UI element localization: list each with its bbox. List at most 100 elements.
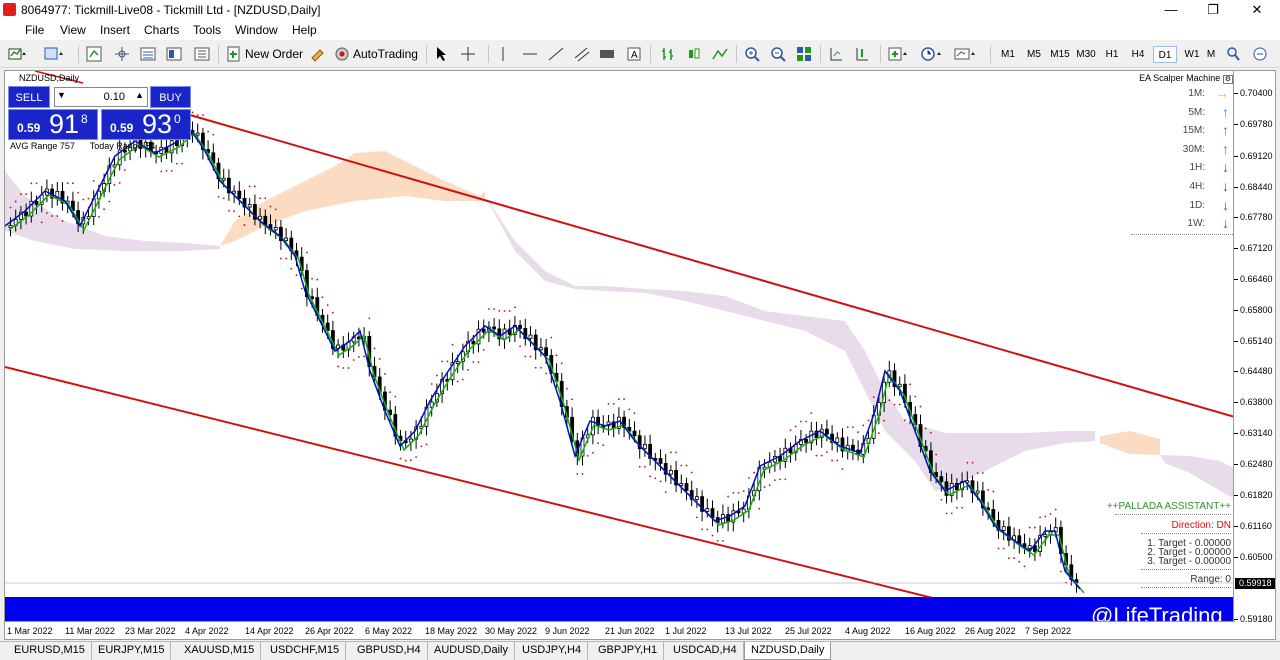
timeframe-m5[interactable]: M5 — [1022, 46, 1046, 63]
price-label: 0.65800 — [1234, 305, 1273, 315]
sar-dot — [1018, 560, 1021, 563]
sar-dot — [524, 355, 527, 358]
timeframe-mn[interactable]: M — [1202, 46, 1220, 63]
menu-file[interactable]: File — [25, 23, 44, 37]
text-icon[interactable]: A — [626, 44, 642, 64]
sar-dot — [389, 391, 391, 394]
sell-price[interactable]: 0.59 91 8 — [8, 109, 98, 140]
timeframe-h1[interactable]: H1 — [1100, 46, 1124, 63]
menu-window[interactable]: Window — [235, 23, 278, 37]
bar-chart-icon[interactable] — [660, 44, 676, 64]
toolbar: New Order AutoTrading A M1 M5 M15 M30 H1… — [0, 40, 1280, 68]
strategy-tester-icon[interactable] — [194, 44, 210, 64]
sar-dot — [836, 459, 839, 462]
menu-view[interactable]: View — [60, 23, 86, 37]
profiles-icon[interactable] — [44, 44, 66, 64]
menu-tools[interactable]: Tools — [193, 23, 221, 37]
sar-dot — [789, 429, 792, 432]
menu-help[interactable]: Help — [292, 23, 317, 37]
line-chart-icon[interactable] — [712, 44, 728, 64]
vertical-line-icon[interactable] — [498, 44, 508, 64]
indicators-icon[interactable] — [888, 44, 912, 64]
sar-dot — [254, 185, 256, 188]
autoscroll-icon[interactable] — [854, 44, 870, 64]
chart-tab[interactable]: AUDUSD,Daily — [428, 642, 515, 660]
chart-tab[interactable]: GBPUSD,H4 — [351, 642, 428, 660]
new-chart-icon[interactable] — [8, 44, 28, 64]
chart-tab[interactable]: USDCAD,H4 — [667, 642, 744, 660]
chart-shift-icon[interactable] — [828, 44, 844, 64]
ea-row: 30M: ↑ — [1173, 141, 1233, 159]
terminal-icon[interactable] — [166, 44, 182, 64]
zoom-out-icon[interactable] — [770, 44, 786, 64]
chart-tab[interactable]: USDCHF,M15 — [264, 642, 347, 660]
sar-dot — [72, 182, 74, 185]
zoom-in-icon[interactable] — [744, 44, 760, 64]
menu-insert[interactable]: Insert — [100, 23, 130, 37]
minimize-button[interactable]: — — [1148, 0, 1194, 20]
cursor-icon[interactable] — [434, 44, 448, 64]
fibonacci-icon[interactable] — [598, 44, 616, 64]
price-label: 0.60500 — [1234, 552, 1273, 562]
sar-dot — [940, 498, 943, 501]
market-watch-icon[interactable] — [86, 44, 102, 64]
navigator-icon[interactable] — [114, 44, 130, 64]
channel-upper-line[interactable] — [189, 114, 1235, 418]
sar-dot — [758, 507, 761, 510]
periods-icon[interactable] — [920, 44, 946, 64]
lot-up-icon[interactable]: ▲ — [135, 90, 144, 100]
candle-body — [710, 508, 715, 518]
timeframe-m1[interactable]: M1 — [996, 46, 1020, 63]
community-icon[interactable] — [1252, 44, 1268, 64]
auto-trading-button[interactable]: AutoTrading — [334, 44, 418, 64]
price-axis[interactable]: 0.70400 0.69780 0.69120 0.68440 0.67780 0.671… — [1233, 71, 1275, 639]
chart-tab[interactable]: EURUSD,M15 — [8, 642, 92, 660]
sar-dot — [919, 405, 922, 408]
horizontal-line-icon[interactable] — [522, 44, 538, 64]
timeframe-m30[interactable]: M30 — [1074, 46, 1098, 63]
tile-windows-icon[interactable] — [796, 44, 812, 64]
chart-tab[interactable]: GBPJPY,H1 — [592, 642, 665, 660]
timeframe-m15[interactable]: M15 — [1048, 46, 1072, 63]
metaeditor-icon[interactable] — [310, 44, 326, 64]
price-label: 0.66460 — [1234, 274, 1273, 284]
chart-window[interactable]: @LifeTrading NZDUSD,Daily SELL ▼ 0.10 ▲ … — [4, 70, 1276, 640]
new-order-button[interactable]: New Order — [226, 44, 303, 64]
crosshair-icon[interactable] — [460, 44, 476, 64]
candle-body — [705, 508, 710, 512]
sar-dot — [82, 198, 85, 201]
date-axis[interactable]: 1 Mar 2022 11 Mar 2022 23 Mar 2022 4 Apr 20… — [5, 621, 1235, 639]
candle-chart-icon[interactable] — [686, 44, 702, 64]
sar-dot — [243, 224, 246, 226]
lot-down-icon[interactable]: ▼ — [57, 90, 66, 100]
chart-tab[interactable]: EURJPY,M15 — [92, 642, 172, 660]
date-label: 26 Apr 2022 — [305, 626, 354, 636]
channel-icon[interactable] — [574, 44, 590, 64]
price-chart[interactable] — [5, 71, 1235, 640]
templates-icon[interactable] — [954, 44, 980, 64]
ea-settings-icon[interactable]: ⚙ — [1222, 75, 1233, 84]
restore-button[interactable]: ❐ — [1190, 0, 1236, 20]
buy-button[interactable]: BUY — [150, 86, 191, 108]
close-button[interactable]: ✕ — [1234, 0, 1280, 20]
chart-tab[interactable]: USDJPY,H4 — [516, 642, 589, 660]
timeframe-w1[interactable]: W1 — [1180, 46, 1204, 63]
trendline-icon[interactable] — [548, 44, 564, 64]
chart-tab[interactable]: NZDUSD,Daily — [744, 642, 832, 660]
buy-price[interactable]: 0.59 93 0 — [101, 109, 191, 140]
ea-timeframe-label: 15M: — [1182, 125, 1205, 137]
sar-dot — [1028, 526, 1031, 529]
sell-button[interactable]: SELL — [8, 86, 50, 108]
one-click-trading-panel[interactable]: SELL ▼ 0.10 ▲ BUY 0.59 91 8 0.59 93 0 — [8, 86, 191, 140]
candle-body — [643, 444, 647, 450]
sar-dot — [124, 169, 126, 171]
sar-dot — [722, 539, 724, 542]
data-window-icon[interactable] — [140, 44, 156, 64]
search-icon[interactable] — [1226, 44, 1240, 64]
chart-tab[interactable]: XAUUSD,M15 — [178, 642, 262, 660]
timeframe-h4[interactable]: H4 — [1126, 46, 1150, 63]
timeframe-d1[interactable]: D1 — [1153, 46, 1177, 63]
lot-size-field[interactable]: ▼ 0.10 ▲ — [54, 87, 148, 107]
menu-charts[interactable]: Charts — [144, 23, 179, 37]
price-label: 0.69120 — [1234, 151, 1273, 161]
